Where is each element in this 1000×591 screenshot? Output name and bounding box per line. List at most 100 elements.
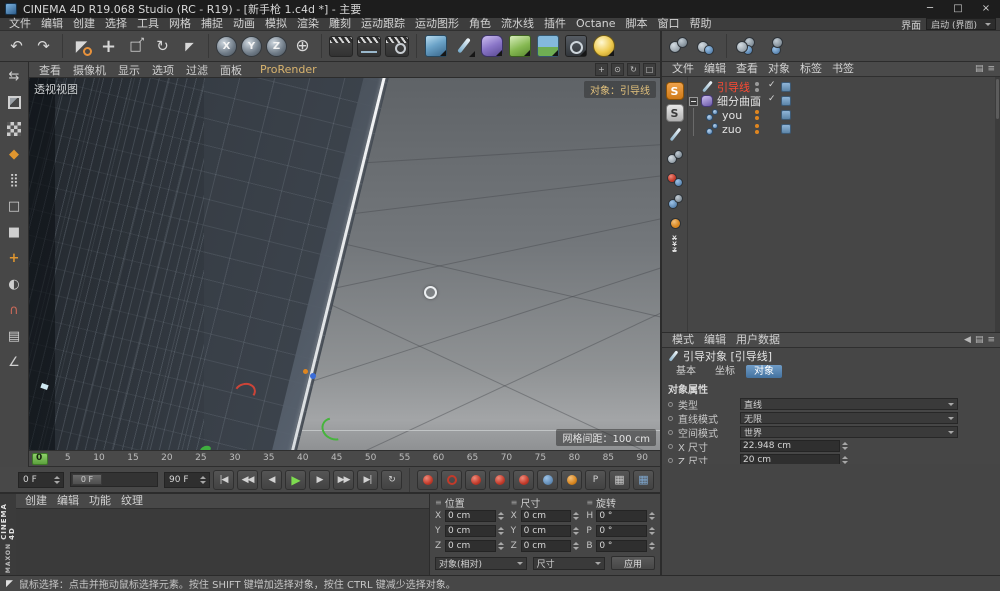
om-menu-file[interactable]: 文件 <box>667 63 699 75</box>
size-x-field[interactable]: 0 cm <box>521 510 572 522</box>
object-tag-icon[interactable] <box>781 124 791 134</box>
viewport-solo-icon[interactable]: ◐ <box>4 274 25 295</box>
tab-object[interactable]: 对象 <box>746 365 782 378</box>
record-rotation-toggle[interactable] <box>513 470 534 490</box>
position-z-field[interactable]: 0 cm <box>445 540 496 552</box>
attr-menu-icon[interactable]: ≡ <box>987 335 995 345</box>
camera-button[interactable] <box>565 35 587 57</box>
type-select[interactable]: 直线 <box>740 398 958 410</box>
spline-pen-button[interactable] <box>453 35 475 57</box>
mat-menu-edit[interactable]: 编辑 <box>52 495 84 507</box>
record-pla-button[interactable] <box>561 470 582 490</box>
apply-button[interactable]: 应用 <box>611 556 655 570</box>
size-z-field[interactable]: 0 cm <box>521 540 572 552</box>
timeline-options-button[interactable]: ▦ <box>633 470 654 490</box>
vp-menu-cameras[interactable]: 摄像机 <box>67 62 112 78</box>
snap-point-icon[interactable] <box>666 148 684 166</box>
snap-axis-icon[interactable] <box>666 214 684 232</box>
position-x-field[interactable]: 0 cm <box>445 510 496 522</box>
size-mode-select[interactable]: 尺寸 <box>533 557 605 570</box>
texture-mode-icon[interactable] <box>4 118 25 139</box>
menu-script[interactable]: 脚本 <box>621 18 653 30</box>
snap-settings-s-icon[interactable]: S <box>666 104 684 122</box>
polygons-mode-icon[interactable]: ■ <box>4 222 25 243</box>
autokey-button[interactable] <box>441 470 462 490</box>
size-y-field[interactable]: 0 cm <box>521 525 572 537</box>
layout-select[interactable]: 启动 (界面) <box>926 18 996 30</box>
record-parameter-toggle[interactable] <box>537 470 558 490</box>
line-mode-select[interactable]: 无限 <box>740 412 958 424</box>
menu-select[interactable]: 选择 <box>100 18 132 30</box>
subdivision-surface-button[interactable] <box>481 35 503 57</box>
lock-y-axis-button[interactable]: Y <box>241 36 262 57</box>
maximize-button[interactable]: □ <box>944 0 972 18</box>
transform-space-select[interactable]: 对象(相对) <box>435 557 527 570</box>
toggle-view-icon[interactable]: □ <box>643 63 656 76</box>
menu-animate[interactable]: 动画 <box>228 18 260 30</box>
enable-snap-icon[interactable]: ∩ <box>4 300 25 321</box>
environment-button[interactable] <box>537 35 559 57</box>
axis-lock-xyz-icon[interactable]: X Y Z <box>666 236 684 254</box>
next-frame-button[interactable]: ▶ <box>309 470 330 490</box>
visibility-dots[interactable] <box>755 124 759 134</box>
object-row-zuo[interactable]: zuo <box>689 122 992 136</box>
object-tag-icon[interactable] <box>781 82 791 92</box>
light-button[interactable] <box>593 35 615 57</box>
menu-render[interactable]: 渲染 <box>292 18 324 30</box>
pla-button[interactable]: P <box>585 470 606 490</box>
menu-snap[interactable]: 捕捉 <box>196 18 228 30</box>
workplane-lock-icon[interactable]: ▤ <box>4 326 25 347</box>
visibility-dots[interactable] <box>755 96 759 106</box>
close-button[interactable]: × <box>972 0 1000 18</box>
add-cube-button[interactable] <box>425 35 447 57</box>
record-position-toggle[interactable] <box>465 470 486 490</box>
om-filter-icon[interactable]: ▤ <box>975 64 984 74</box>
menu-tools[interactable]: 工具 <box>132 18 164 30</box>
start-frame-field[interactable]: 0 F <box>18 472 64 488</box>
enable-check-icon[interactable]: ✓ <box>768 80 776 90</box>
prev-frame-button[interactable]: ◀ <box>261 470 282 490</box>
next-key-button[interactable]: ▶▶ <box>333 470 354 490</box>
attr-menu-edit[interactable]: 编辑 <box>699 334 731 346</box>
snap-enable-s-icon[interactable]: S <box>666 82 684 100</box>
palette-icon-1[interactable] <box>667 34 691 58</box>
om-menu-bookmarks[interactable]: 书签 <box>827 63 859 75</box>
zoom-view-icon[interactable]: ⊙ <box>611 63 624 76</box>
rotate-view-icon[interactable]: ↻ <box>627 63 640 76</box>
object-row-sds[interactable]: 细分曲面 ✓ <box>689 94 992 108</box>
model-mode-icon[interactable] <box>4 92 25 113</box>
x-size-field[interactable]: 22.948 cm <box>740 440 840 452</box>
menu-file[interactable]: 文件 <box>4 18 36 30</box>
keyframe-selection-button[interactable]: ▦ <box>609 470 630 490</box>
enable-check-icon[interactable]: ✓ <box>768 94 776 104</box>
frame-slider-handle[interactable]: 0 F <box>72 474 102 485</box>
position-y-field[interactable]: 0 cm <box>445 525 496 537</box>
om-menu-objects[interactable]: 对象 <box>763 63 795 75</box>
move-tool-icon[interactable]: + <box>96 33 121 59</box>
coordinate-system-icon[interactable]: ⊕ <box>290 33 315 59</box>
menu-motion-tracker[interactable]: 运动跟踪 <box>356 18 410 30</box>
mat-menu-create[interactable]: 创建 <box>20 495 52 507</box>
tab-basic[interactable]: 基本 <box>668 365 704 378</box>
record-scale-toggle[interactable] <box>489 470 510 490</box>
menu-pipeline[interactable]: 流水线 <box>496 18 539 30</box>
rotate-tool-icon[interactable]: ↻ <box>150 33 175 59</box>
om-menu-edit[interactable]: 编辑 <box>699 63 731 75</box>
space-mode-select[interactable]: 世界 <box>740 426 958 438</box>
menu-window[interactable]: 窗口 <box>653 18 685 30</box>
quantize-icon[interactable]: ∠ <box>4 352 25 373</box>
record-keyframe-button[interactable] <box>417 470 438 490</box>
play-button[interactable]: ▶ <box>285 470 306 490</box>
vp-menu-options[interactable]: 选项 <box>146 62 180 78</box>
deformer-button[interactable] <box>509 35 531 57</box>
lock-z-axis-button[interactable]: Z <box>266 36 287 57</box>
object-tag-icon[interactable] <box>781 96 791 106</box>
rotate-band-green[interactable] <box>317 413 351 445</box>
origin-point-orange[interactable] <box>303 369 308 374</box>
om-menu-icon[interactable]: ≡ <box>987 64 995 74</box>
prev-key-button[interactable]: ◀◀ <box>237 470 258 490</box>
visibility-dots[interactable] <box>755 82 759 92</box>
loop-mode-button[interactable]: ↻ <box>381 470 402 490</box>
pan-view-icon[interactable]: + <box>595 63 608 76</box>
live-selection-icon[interactable]: ◤ <box>69 33 94 59</box>
